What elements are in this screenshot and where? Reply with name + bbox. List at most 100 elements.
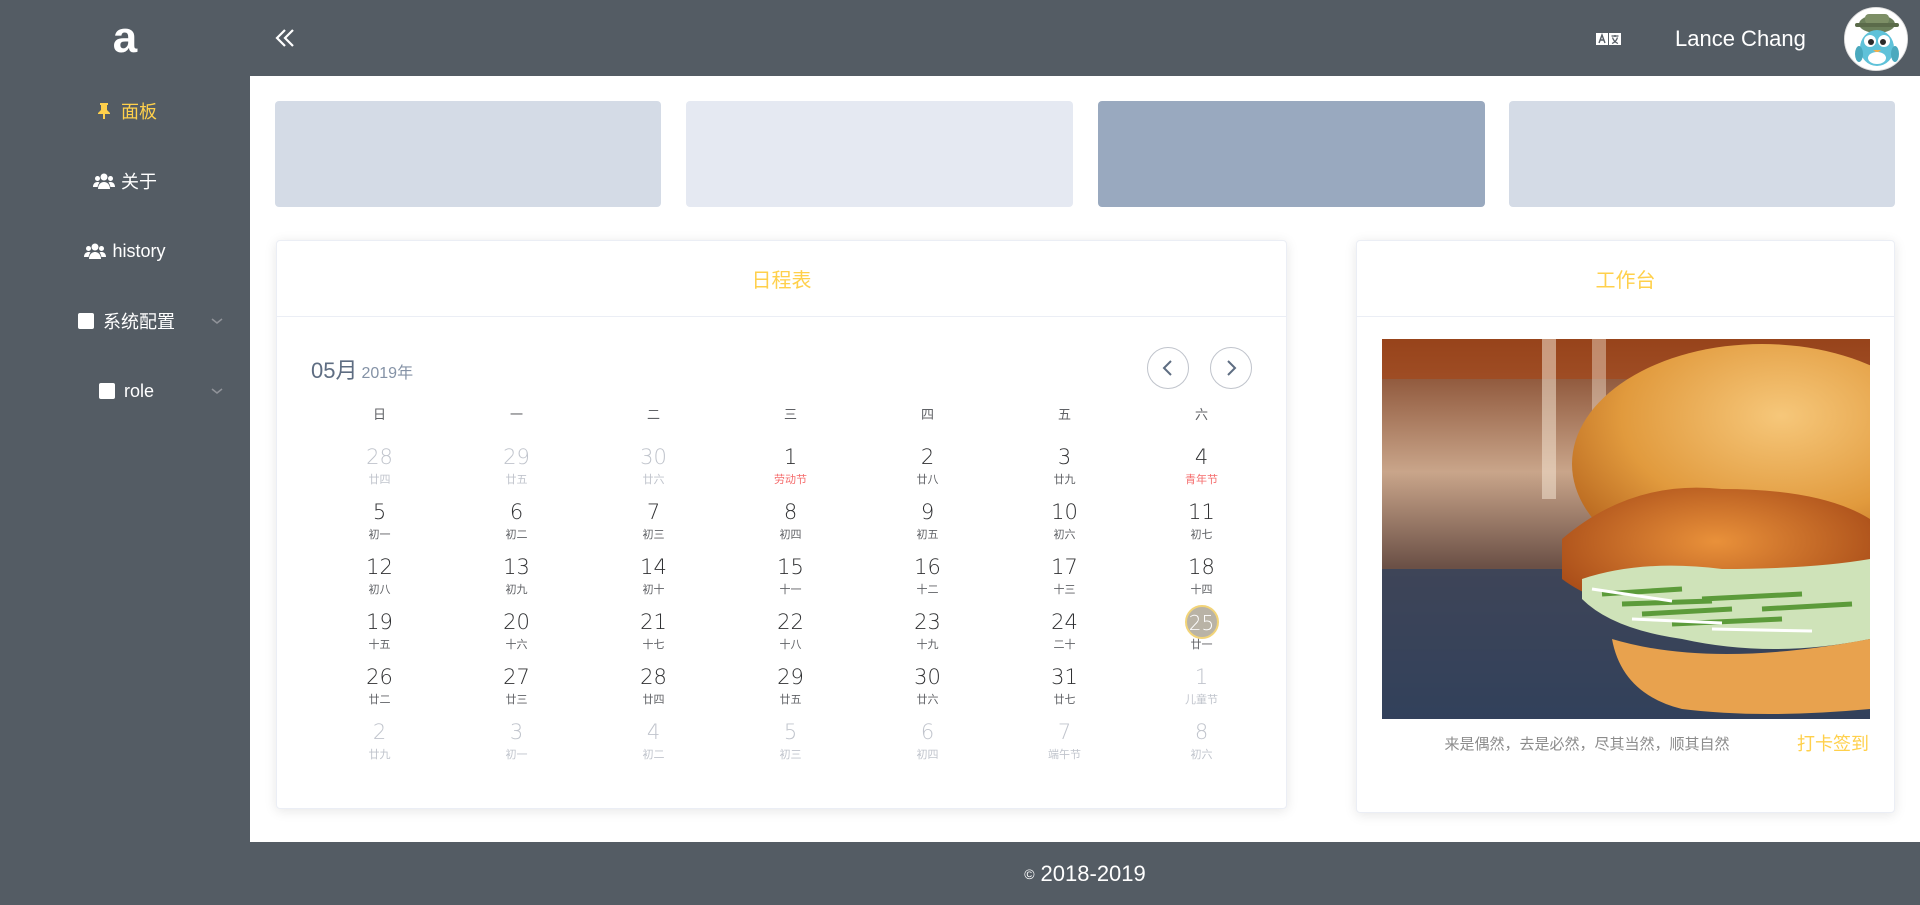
square-icon	[96, 381, 118, 401]
day-number: 20	[503, 610, 530, 634]
lunar-date: 廿三	[505, 694, 528, 706]
calendar-day[interactable]: 11 初七	[1133, 499, 1270, 554]
calendar-day[interactable]: 7 端午节	[996, 719, 1133, 774]
sidebar-item-label: 面板	[121, 102, 157, 122]
username[interactable]: Lance Chang	[1675, 26, 1806, 52]
calendar-card-title: 日程表	[277, 241, 1286, 317]
calendar-day[interactable]: 12 初八	[311, 554, 448, 609]
calendar-day[interactable]: 29 廿五	[448, 444, 585, 499]
lunar-date: 廿五	[505, 474, 528, 486]
lunar-date: 十三	[1053, 584, 1076, 596]
avatar-icon	[1845, 8, 1907, 70]
day-number: 8	[783, 500, 798, 524]
calendar-day[interactable]: 29 廿五	[722, 664, 859, 719]
lunar-date: 十五	[368, 639, 391, 651]
calendar-day[interactable]: 4 初二	[585, 719, 722, 774]
lunar-date: 初五	[916, 529, 939, 541]
summary-panel-2	[686, 101, 1073, 207]
check-in-button[interactable]: 打卡签到	[1797, 730, 1869, 756]
day-number: 25	[1184, 605, 1219, 639]
calendar-day[interactable]: 21 十七	[585, 609, 722, 664]
sidebar-item-about[interactable]: 关于	[0, 146, 250, 216]
calendar-day[interactable]: 5 初一	[311, 499, 448, 554]
calendar-day[interactable]: 17 十三	[996, 554, 1133, 609]
calendar-day[interactable]: 24 二十	[996, 609, 1133, 664]
pin-icon	[93, 101, 115, 121]
day-number: 28	[640, 665, 667, 689]
day-number: 16	[914, 555, 941, 579]
day-number: 9	[920, 500, 935, 524]
weekday-label: 六	[1194, 407, 1208, 422]
chevron-down-icon	[211, 388, 223, 394]
sidebar-item-dashboard[interactable]: 面板	[0, 76, 250, 146]
lunar-date: 廿九	[1053, 474, 1076, 486]
calendar-day[interactable]: 30 廿六	[859, 664, 996, 719]
weekday-label: 日	[372, 407, 386, 422]
day-number: 17	[1051, 555, 1078, 579]
calendar-day[interactable]: 5 初三	[722, 719, 859, 774]
calendar-day[interactable]: 10 初六	[996, 499, 1133, 554]
sidebar-item-history[interactable]: history	[0, 216, 250, 286]
lunar-date: 十九	[916, 639, 939, 651]
lunar-date: 二十	[1053, 639, 1076, 651]
calendar-day-today[interactable]: 25 廿一	[1133, 605, 1270, 664]
calendar-day[interactable]: 31 廿七	[996, 664, 1133, 719]
calendar-day[interactable]: 26 廿二	[311, 664, 448, 719]
burger-photo	[1382, 339, 1870, 719]
calendar-day[interactable]: 28 廿四	[311, 444, 448, 499]
calendar-day[interactable]: 27 廿三	[448, 664, 585, 719]
chevron-left-icon	[1162, 360, 1172, 376]
users-icon	[84, 241, 107, 261]
calendar-day[interactable]: 3 廿九	[996, 444, 1133, 499]
calendar-day[interactable]: 2 廿八	[859, 444, 996, 499]
day-number: 6	[920, 720, 935, 744]
day-number: 29	[777, 665, 804, 689]
avatar[interactable]	[1844, 7, 1908, 71]
calendar-day[interactable]: 14 初十	[585, 554, 722, 609]
weekday-label: 四	[920, 407, 934, 422]
prev-month-button[interactable]	[1147, 347, 1189, 389]
calendar-day[interactable]: 19 十五	[311, 609, 448, 664]
day-number: 1	[1194, 665, 1209, 689]
calendar-day[interactable]: 6 初二	[448, 499, 585, 554]
day-number: 27	[503, 665, 530, 689]
calendar-day[interactable]: 9 初五	[859, 499, 996, 554]
translate-icon[interactable]	[1595, 28, 1623, 50]
sidebar-item-role[interactable]: role	[0, 356, 250, 426]
double-chevron-left-icon[interactable]	[272, 24, 300, 52]
calendar-day[interactable]: 4 青年节	[1133, 444, 1270, 499]
calendar-day[interactable]: 15 十一	[722, 554, 859, 609]
chevron-down-icon	[211, 318, 223, 324]
calendar-day[interactable]: 2 廿九	[311, 719, 448, 774]
calendar-day[interactable]: 13 初九	[448, 554, 585, 609]
day-number: 31	[1051, 665, 1078, 689]
day-number: 12	[366, 555, 393, 579]
calendar-day[interactable]: 8 初六	[1133, 719, 1270, 774]
sidebar-item-system-config[interactable]: 系统配置	[0, 286, 250, 356]
workbench-card: 工作台 来是偶然，去是必然，尽其当然，顺其自然 打卡签到	[1356, 240, 1895, 813]
calendar-day[interactable]: 8 初四	[722, 499, 859, 554]
lunar-date: 初一	[368, 529, 391, 541]
calendar-day[interactable]: 6 初四	[859, 719, 996, 774]
day-number: 13	[503, 555, 530, 579]
calendar-day[interactable]: 28 廿四	[585, 664, 722, 719]
copyright-symbol: ©	[1024, 865, 1035, 882]
weekday-label: 三	[783, 407, 797, 422]
day-number: 21	[640, 610, 667, 634]
calendar-day[interactable]: 16 十二	[859, 554, 996, 609]
lunar-date: 初六	[1053, 529, 1076, 541]
calendar-day[interactable]: 20 十六	[448, 609, 585, 664]
calendar-day[interactable]: 1 劳动节	[722, 444, 859, 499]
calendar-weekdays: 日 一 二 三 四 五 六	[311, 404, 1271, 423]
calendar-day[interactable]: 18 十四	[1133, 554, 1270, 609]
calendar-day[interactable]: 23 十九	[859, 609, 996, 664]
lunar-date: 廿二	[368, 694, 391, 706]
calendar-day[interactable]: 1 儿童节	[1133, 664, 1270, 719]
square-icon	[75, 311, 97, 331]
calendar-day[interactable]: 7 初三	[585, 499, 722, 554]
calendar-day[interactable]: 22 十八	[722, 609, 859, 664]
calendar-day[interactable]: 3 初一	[448, 719, 585, 774]
calendar-day[interactable]: 30 廿六	[585, 444, 722, 499]
next-month-button[interactable]	[1210, 347, 1252, 389]
app-logo[interactable]: a	[0, 0, 250, 76]
